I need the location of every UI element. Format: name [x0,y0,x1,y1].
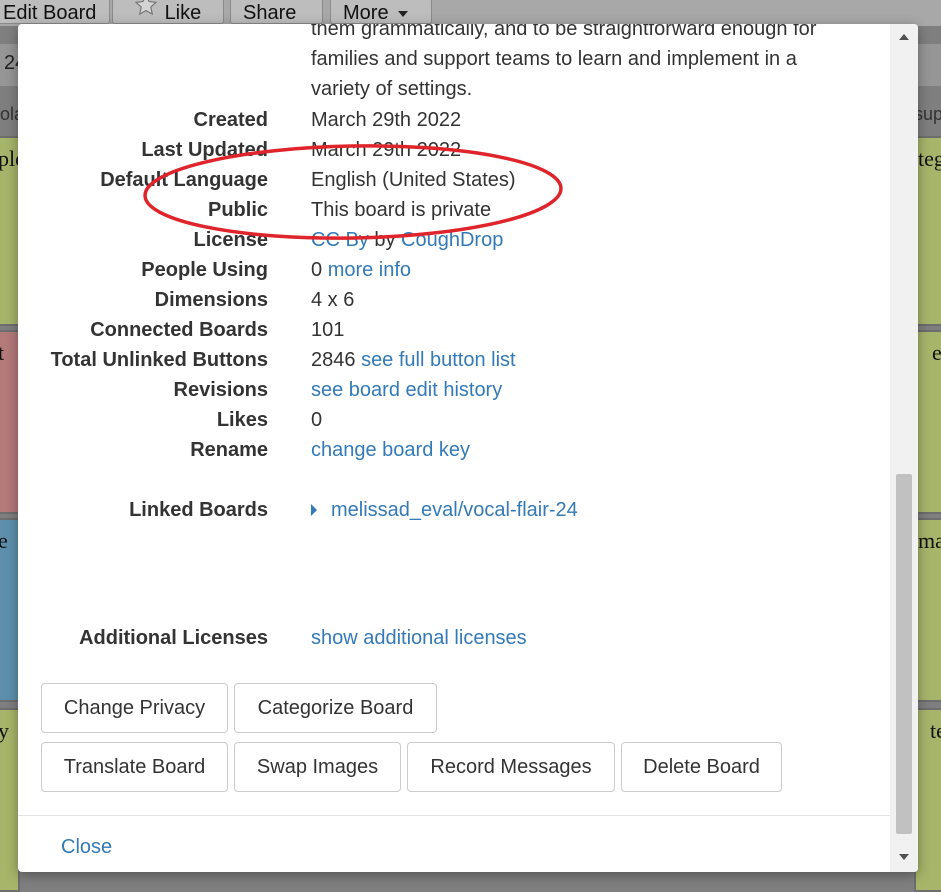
change-board-key-link[interactable]: change board key [311,435,470,465]
connected-boards-label: Connected Boards [90,319,268,341]
show-additional-licenses-link[interactable]: show additional licenses [311,623,527,653]
license-row: License CC By by CoughDrop [18,225,878,255]
background-board-cell[interactable]: e [0,518,20,702]
translate-board-button[interactable]: Translate Board [41,742,228,792]
modal-scrollbar[interactable] [890,24,918,872]
public-row: Public This board is private [18,195,878,225]
cell-label: te [930,718,941,743]
board-description: them grammatically, and to be straightfo… [311,24,817,100]
likes-label: Likes [216,409,268,431]
connected-boards-row: Connected Boards 101 [18,315,878,345]
revisions-row: Revisions see board edit history [18,375,878,405]
total-unlinked-label: Total Unlinked Buttons [50,349,268,371]
caret-down-icon [398,10,409,17]
license-label: License [193,229,268,251]
license-by-text: by [374,229,396,251]
change-privacy-button[interactable]: Change Privacy [41,683,228,733]
close-link[interactable]: Close [61,836,112,859]
public-value: This board is private [311,199,492,221]
total-unlinked-count: 2846 [311,349,356,371]
people-using-value: 0 more info [311,255,411,285]
cell-label: ma [918,528,941,553]
license-value: CC By by CoughDrop [311,225,503,255]
like-label: Like [164,2,202,24]
people-using-count: 0 [311,259,323,281]
modal-body: them grammatically, and to be straightfo… [18,24,890,814]
caret-right-icon [311,503,317,516]
default-language-row: Default Language English (United States) [18,165,878,195]
full-button-list-link[interactable]: see full button list [361,349,516,371]
people-using-row: People Using 0 more info [18,255,878,285]
edit-board-label: Edit Board [3,2,97,24]
likes-value: 0 [311,409,323,431]
linked-boards-label: Linked Boards [129,499,268,521]
board-details-modal: them grammatically, and to be straightfo… [18,24,918,872]
background-right-text: sup [914,104,941,124]
last-updated-label: Last Updated [141,139,268,161]
created-row: Created March 29th 2022 [18,105,878,135]
linked-board-link[interactable]: melissad_eval/vocal-flair-24 [331,499,578,521]
more-label: More [343,2,389,24]
share-button[interactable]: Share [230,0,323,24]
cell-label: y [0,718,9,744]
record-messages-button[interactable]: Record Messages [407,742,615,792]
swap-images-button[interactable]: Swap Images [234,742,401,792]
background-board-cell[interactable]: ple [0,136,20,326]
additional-licenses-row: Additional Licenses show additional lice… [18,623,878,653]
cell-label: e [932,340,941,365]
cell-label: ple [0,146,18,171]
last-updated-row: Last Updated March 29th 2022 [18,135,878,165]
total-unlinked-value: 2846 see full button list [311,345,516,375]
modal-footer: Close [18,815,890,872]
license-author-link[interactable]: CoughDrop [401,229,503,251]
scroll-up-icon[interactable] [899,34,909,40]
categorize-board-button[interactable]: Categorize Board [234,683,437,733]
connected-boards-value: 101 [311,319,345,341]
default-language-label: Default Language [100,169,268,191]
background-board-cell[interactable]: y [0,708,20,892]
edit-board-button[interactable]: Edit Board [0,0,110,24]
dimensions-value: 4 x 6 [311,289,355,311]
background-board-cell[interactable]: teg [914,136,941,326]
background-board-cell[interactable]: e [914,330,941,514]
background-board-cell[interactable]: te [914,708,941,892]
people-using-label: People Using [141,259,268,281]
default-language-value: English (United States) [311,169,516,191]
scroll-down-icon[interactable] [899,854,909,860]
license-link[interactable]: CC By [311,229,369,251]
public-label: Public [207,199,268,221]
more-info-link[interactable]: more info [328,259,411,281]
rename-label: Rename [190,439,268,461]
linked-board-item[interactable]: melissad_eval/vocal-flair-24 [311,495,578,525]
more-button[interactable]: More [330,0,432,24]
background-board-cell[interactable]: t [0,330,20,514]
cell-label: teg [918,146,941,171]
created-label: Created [193,109,268,131]
background-board-cell[interactable]: ma [914,518,941,702]
scroll-thumb[interactable] [896,474,912,834]
dimensions-row: Dimensions 4 x 6 [18,285,878,315]
created-value: March 29th 2022 [311,109,462,131]
delete-board-button[interactable]: Delete Board [621,742,782,792]
dimensions-label: Dimensions [154,289,268,311]
likes-row: Likes 0 [18,405,878,435]
additional-licenses-label: Additional Licenses [79,627,268,649]
total-unlinked-row: Total Unlinked Buttons 2846 see full but… [18,345,878,375]
cell-label: e [0,528,8,554]
last-updated-value: March 29th 2022 [311,139,462,161]
cell-label: t [0,340,4,366]
share-label: Share [243,2,297,24]
revisions-label: Revisions [173,379,268,401]
like-button[interactable]: Like [112,0,224,24]
edit-history-link[interactable]: see board edit history [311,375,502,405]
rename-row: Rename change board key [18,435,878,465]
linked-boards-row: Linked Boards melissad_eval/vocal-flair-… [18,495,878,525]
